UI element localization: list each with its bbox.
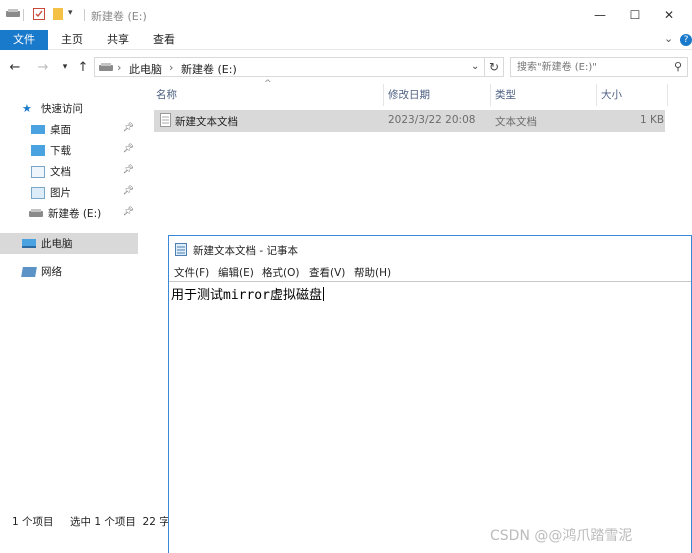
properties-icon[interactable] <box>33 8 45 22</box>
nav-this-pc-label: 此电脑 <box>41 238 73 250</box>
help-icon[interactable]: ? <box>680 34 692 46</box>
nav-quick-access[interactable]: ★ 快速访问 <box>0 98 138 119</box>
notepad-icon <box>175 242 188 259</box>
search-box[interactable]: ⚲ <box>510 57 688 77</box>
menu-view[interactable]: 查看(V) <box>309 265 345 280</box>
address-dropdown-icon[interactable]: ⌄ <box>471 61 479 72</box>
tab-view[interactable]: 查看 <box>144 30 184 50</box>
nav-item-desktop[interactable]: 桌面 📌︎ <box>0 119 138 140</box>
nav-network[interactable]: 网络 <box>0 261 138 282</box>
file-name: 新建文本文档 <box>175 116 238 128</box>
nav-item-label: 图片 <box>50 187 71 199</box>
customize-qa-icon[interactable]: ▾ <box>68 8 73 22</box>
nav-item-downloads[interactable]: 下载 📌︎ <box>0 140 138 161</box>
ribbon-tabs: 文件 主页 共享 查看 ⌄ ? <box>0 30 692 50</box>
status-selected: 选中 1 个项目 22 字 <box>70 516 170 528</box>
window-title: 新建卷 (E:) <box>91 10 147 23</box>
watermark: CSDN @@鸿爪踏雪泥 <box>490 528 633 544</box>
network-icon <box>21 266 37 277</box>
computer-icon <box>22 239 36 248</box>
pictures-folder-icon <box>31 186 45 199</box>
column-size[interactable]: 大小 <box>597 84 668 106</box>
notepad-title: 新建文本文档 - 记事本 <box>193 245 298 257</box>
refresh-button[interactable]: ↻ <box>484 57 504 77</box>
notepad-text-area[interactable]: 用于测试mirror虚拟磁盘 <box>169 281 691 553</box>
title-divider <box>84 9 85 21</box>
file-type: 文本文档 <box>495 116 537 128</box>
drive-icon <box>29 208 43 220</box>
file-list-header: ^ 名称 修改日期 类型 大小 <box>152 79 668 106</box>
breadcrumb-this-pc[interactable]: 此电脑 <box>129 61 162 77</box>
status-item-count: 1 个项目 <box>12 516 54 528</box>
nav-this-pc[interactable]: 此电脑 <box>0 233 138 254</box>
pin-icon[interactable]: 📌︎ <box>123 123 134 133</box>
menu-help[interactable]: 帮助(H) <box>354 265 391 280</box>
file-size: 1 KB <box>640 114 665 126</box>
notepad-menu-bar: 文件(F) 编辑(E) 格式(O) 查看(V) 帮助(H) <box>169 263 691 281</box>
file-modified: 2023/3/22 20:08 <box>388 114 476 126</box>
documents-folder-icon <box>31 165 45 178</box>
nav-item-label: 下载 <box>50 145 71 157</box>
drive-icon <box>99 62 113 75</box>
breadcrumb-separator-icon[interactable]: › <box>169 61 173 74</box>
nav-item-pictures[interactable]: 图片 📌︎ <box>0 182 138 203</box>
address-bar[interactable]: › 此电脑 › 新建卷 (E:) ⌄ <box>94 57 485 77</box>
download-folder-icon <box>31 145 45 156</box>
tab-share[interactable]: 共享 <box>98 30 138 50</box>
notepad-title-bar[interactable]: 新建文本文档 - 记事本 <box>169 236 691 262</box>
breadcrumb-drive-e[interactable]: 新建卷 (E:) <box>181 61 237 77</box>
new-folder-icon[interactable] <box>52 8 64 22</box>
navigation-pane: ★ 快速访问 桌面 📌︎ 下载 📌︎ 文档 📌︎ 图片 📌︎ 新建卷 (E:) … <box>0 84 140 509</box>
pin-icon[interactable]: 📌︎ <box>123 165 134 175</box>
pin-icon[interactable]: 📌︎ <box>123 207 134 217</box>
tab-home[interactable]: 主页 <box>52 30 92 50</box>
column-modified[interactable]: 修改日期 <box>384 84 491 106</box>
notepad-content-line: 用于测试mirror虚拟磁盘 <box>171 284 324 303</box>
close-button[interactable]: ✕ <box>646 0 692 30</box>
forward-arrow-icon[interactable]: → <box>34 58 52 76</box>
nav-item-drive-e[interactable]: 新建卷 (E:) 📌︎ <box>0 203 138 224</box>
notepad-content: 用于测试mirror虚拟磁盘 <box>171 288 322 303</box>
column-type[interactable]: 类型 <box>491 84 597 106</box>
breadcrumb-separator-icon[interactable]: › <box>117 61 121 74</box>
notepad-window[interactable]: 新建文本文档 - 记事本 文件(F) 编辑(E) 格式(O) 查看(V) 帮助(… <box>168 235 692 553</box>
qa-divider <box>23 9 24 21</box>
desktop-folder-icon <box>31 125 45 134</box>
menu-edit[interactable]: 编辑(E) <box>218 265 254 280</box>
menu-file[interactable]: 文件(F) <box>174 265 209 280</box>
star-icon: ★ <box>22 101 32 115</box>
column-name[interactable]: 名称 <box>152 84 384 106</box>
nav-network-label: 网络 <box>41 266 62 278</box>
text-caret <box>322 287 324 301</box>
up-arrow-icon[interactable]: ↑ <box>74 58 92 76</box>
status-bar: 1 个项目 选中 1 个项目 22 字 <box>0 511 170 531</box>
nav-item-label: 文档 <box>50 166 71 178</box>
pin-icon[interactable]: 📌︎ <box>123 144 134 154</box>
address-row: ← → ▾ ↑ › 此电脑 › 新建卷 (E:) ⌄ ↻ ⚲ <box>0 52 692 82</box>
table-row[interactable]: 新建文本文档 2023/3/22 20:08 文本文档 1 KB <box>154 110 665 132</box>
menu-format[interactable]: 格式(O) <box>262 265 299 280</box>
recent-locations-icon[interactable]: ▾ <box>56 58 74 76</box>
nav-item-label: 新建卷 (E:) <box>48 208 102 220</box>
pin-icon[interactable]: 📌︎ <box>123 186 134 196</box>
text-file-icon <box>160 113 171 130</box>
back-arrow-icon[interactable]: ← <box>6 58 24 76</box>
nav-item-documents[interactable]: 文档 📌︎ <box>0 161 138 182</box>
tab-file[interactable]: 文件 <box>0 30 48 50</box>
nav-quick-access-label: 快速访问 <box>41 103 83 115</box>
explorer-title-bar: ▾ 新建卷 (E:) — ☐ ✕ <box>0 0 692 30</box>
search-input[interactable] <box>511 58 666 76</box>
ribbon-expand-icon[interactable]: ⌄ <box>664 32 673 45</box>
nav-item-label: 桌面 <box>50 124 71 136</box>
drive-icon[interactable] <box>6 8 20 22</box>
search-icon[interactable]: ⚲ <box>674 60 682 73</box>
